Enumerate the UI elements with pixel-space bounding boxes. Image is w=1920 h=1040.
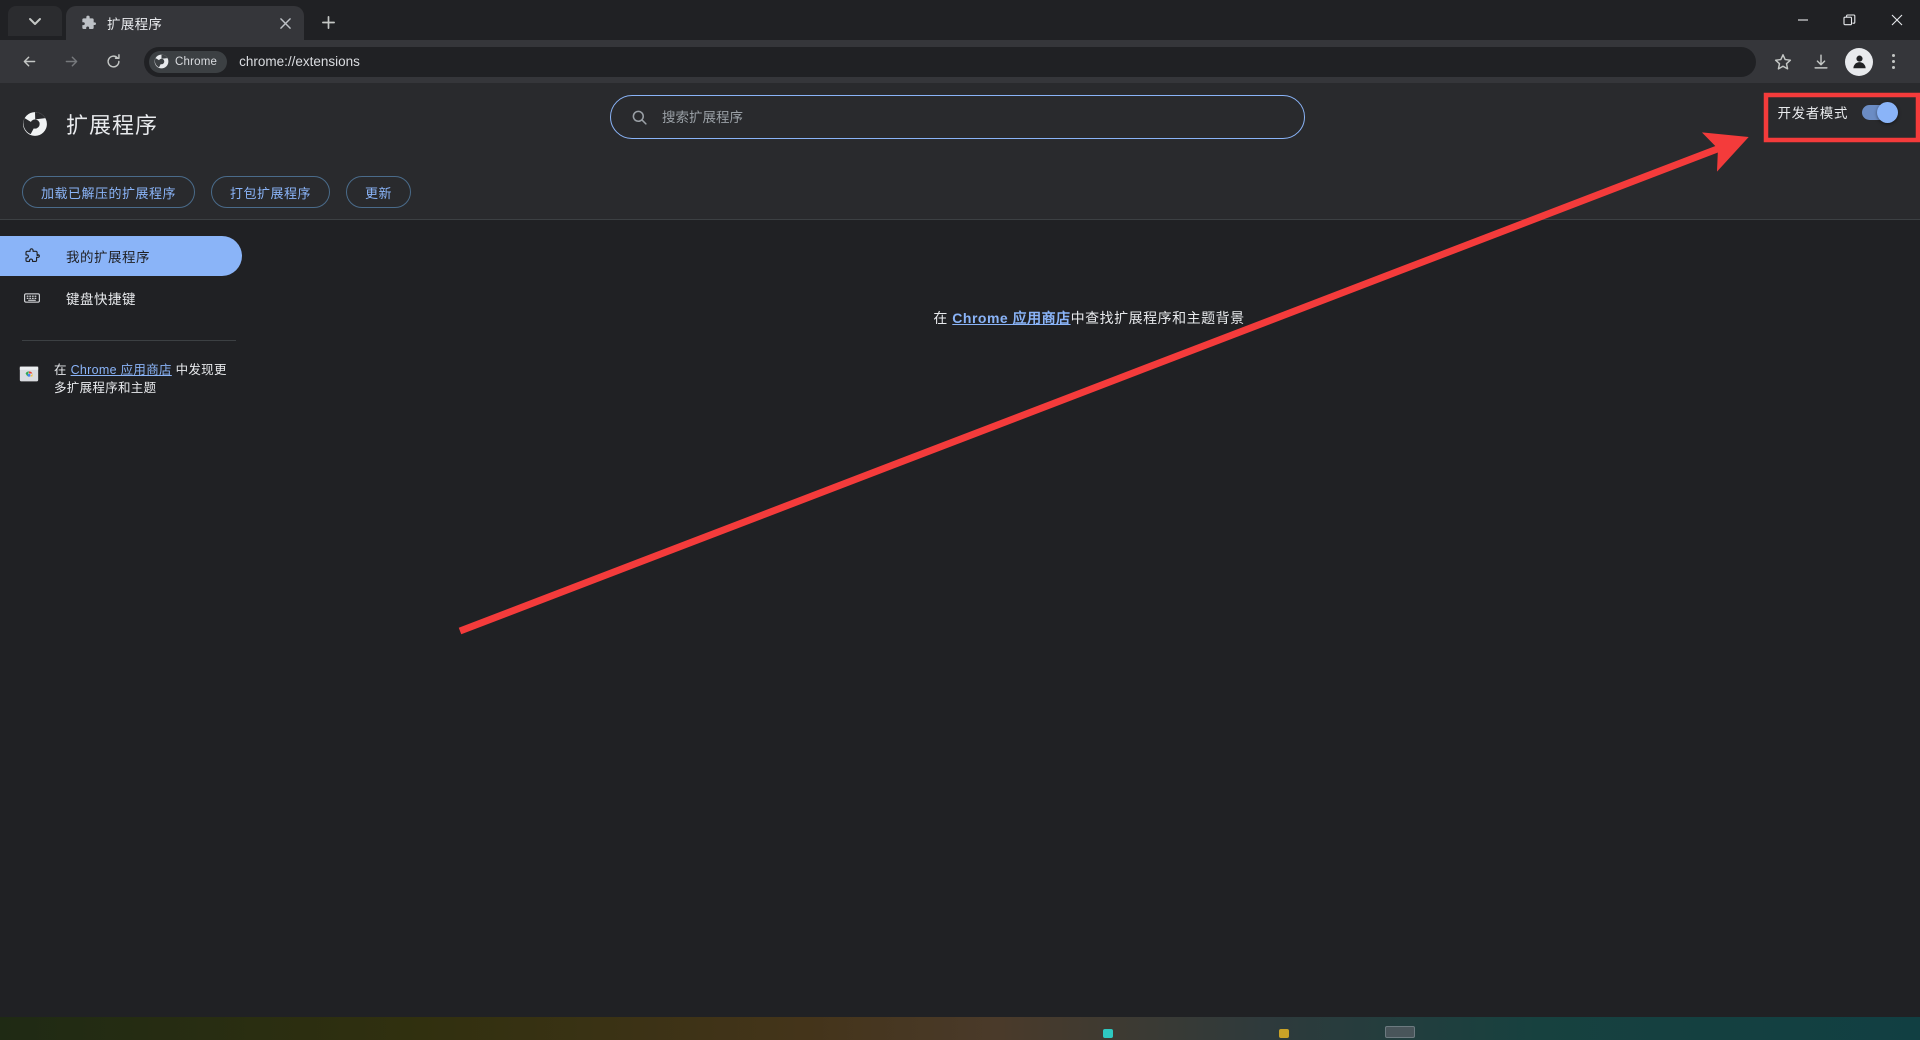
taskbar-item bbox=[1103, 1029, 1113, 1038]
minimize-icon bbox=[1797, 19, 1808, 21]
extensions-header: 扩展程序 开发者模式 bbox=[0, 83, 1920, 165]
restore-icon bbox=[1843, 13, 1856, 25]
downloads-button[interactable] bbox=[1805, 46, 1837, 78]
download-icon bbox=[1814, 54, 1828, 69]
extensions-page: 扩展程序 开发者模式 加载已解压的扩展程序 打包扩展程序 更新 bbox=[0, 83, 1920, 1017]
address-bar[interactable]: Chrome chrome://extensions bbox=[144, 46, 1756, 77]
url-text: chrome://extensions bbox=[239, 54, 360, 69]
taskbar-item bbox=[1279, 1029, 1289, 1038]
maximize-button[interactable] bbox=[1826, 0, 1873, 40]
empty-state-text: 在 Chrome 应用商店中查找扩展程序和主题背景 bbox=[258, 308, 1920, 328]
puzzle-piece-icon bbox=[80, 15, 97, 32]
sidebar-webstore-promo[interactable]: 在 Chrome 应用商店 中发现更多扩展程序和主题 bbox=[0, 341, 258, 397]
sidebar-item-my-extensions[interactable]: 我的扩展程序 bbox=[0, 236, 242, 276]
plus-icon bbox=[321, 15, 335, 29]
puzzle-piece-icon bbox=[22, 246, 42, 266]
reload-icon bbox=[106, 54, 120, 68]
taskbar-item bbox=[1385, 1026, 1415, 1038]
three-dot-menu-icon bbox=[1891, 54, 1895, 57]
search-extensions-box[interactable] bbox=[610, 95, 1305, 139]
minimize-button[interactable] bbox=[1779, 0, 1826, 40]
switch-knob bbox=[1877, 101, 1898, 123]
extensions-body: 我的扩展程序 键盘快捷键 在 Chrome 应用商店 中发现更多扩展程序和主题 … bbox=[0, 220, 1920, 1017]
extensions-action-bar: 加载已解压的扩展程序 打包扩展程序 更新 bbox=[0, 165, 1920, 220]
arrow-right-icon bbox=[65, 56, 77, 67]
page-title: 扩展程序 bbox=[66, 113, 159, 138]
arrow-left-icon bbox=[23, 56, 35, 67]
bookmark-button[interactable] bbox=[1767, 46, 1799, 78]
developer-mode-label: 开发者模式 bbox=[1777, 106, 1848, 121]
empty-state-webstore-link[interactable]: Chrome 应用商店 bbox=[952, 310, 1070, 326]
developer-mode-switch[interactable] bbox=[1862, 101, 1898, 123]
sidebar-item-keyboard-shortcuts[interactable]: 键盘快捷键 bbox=[0, 278, 242, 318]
developer-mode-toggle[interactable]: 开发者模式 bbox=[1777, 101, 1898, 123]
profile-button[interactable] bbox=[1845, 47, 1873, 76]
forward-button[interactable] bbox=[55, 46, 87, 78]
sidebar-item-label: 我的扩展程序 bbox=[66, 250, 150, 265]
keyboard-icon bbox=[22, 288, 42, 308]
search-input[interactable] bbox=[662, 109, 1284, 125]
sidebar-item-label: 键盘快捷键 bbox=[66, 292, 136, 307]
tab-search-button[interactable] bbox=[8, 6, 62, 36]
tab-close-button[interactable] bbox=[274, 12, 296, 34]
close-window-button[interactable] bbox=[1873, 0, 1920, 40]
webstore-link[interactable]: Chrome 应用商店 bbox=[71, 363, 172, 377]
reload-button[interactable] bbox=[97, 46, 129, 78]
webstore-prefix: 在 bbox=[54, 363, 71, 377]
back-button[interactable] bbox=[13, 46, 45, 78]
search-icon bbox=[632, 110, 647, 125]
new-tab-button[interactable] bbox=[312, 6, 344, 38]
browser-toolbar: Chrome chrome://extensions bbox=[0, 40, 1920, 83]
star-icon bbox=[1774, 53, 1792, 70]
chip-label: Chrome bbox=[175, 55, 218, 68]
extensions-sidebar: 我的扩展程序 键盘快捷键 在 Chrome 应用商店 中发现更多扩展程序和主题 bbox=[0, 220, 258, 397]
browser-window: 扩展程序 Chrome chrome://extensions 扩展程序 搜索扩… bbox=[0, 0, 1920, 1040]
chrome-menu-button[interactable] bbox=[1878, 46, 1908, 78]
load-unpacked-button[interactable]: 加载已解压的扩展程序 bbox=[22, 176, 196, 208]
chrome-logo-icon bbox=[22, 111, 48, 137]
extensions-empty-state: 在 Chrome 应用商店中查找扩展程序和主题背景 bbox=[258, 220, 1920, 328]
chrome-web-store-icon bbox=[18, 363, 40, 385]
update-extensions-button[interactable]: 更新 bbox=[346, 176, 412, 208]
tab-strip: 扩展程序 bbox=[0, 0, 1920, 40]
chrome-page-chip: Chrome bbox=[149, 50, 228, 73]
empty-suffix: 中查找扩展程序和主题背景 bbox=[1070, 310, 1245, 326]
sidebar-webstore-text: 在 Chrome 应用商店 中发现更多扩展程序和主题 bbox=[54, 361, 238, 397]
close-icon bbox=[1891, 14, 1902, 26]
pack-extension-button[interactable]: 打包扩展程序 bbox=[211, 176, 331, 208]
chevron-down-icon bbox=[29, 18, 41, 25]
tab-title: 扩展程序 bbox=[107, 17, 163, 32]
person-icon bbox=[1852, 55, 1866, 69]
window-controls bbox=[1779, 0, 1920, 40]
chrome-logo-icon bbox=[154, 54, 169, 69]
close-icon bbox=[279, 17, 291, 29]
desktop-wallpaper-strip bbox=[0, 1017, 1920, 1040]
empty-prefix: 在 bbox=[933, 310, 953, 326]
tab-extensions[interactable]: 扩展程序 bbox=[66, 6, 304, 40]
